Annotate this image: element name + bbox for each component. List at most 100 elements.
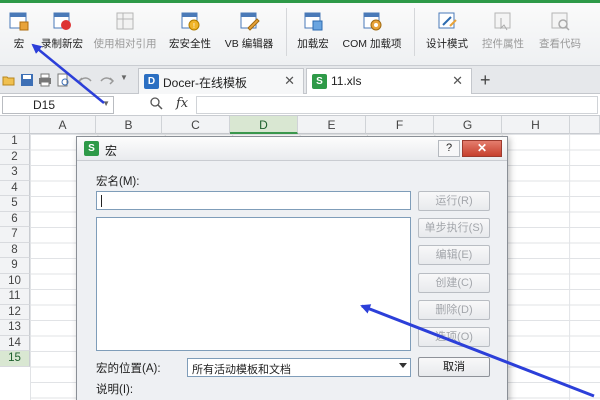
print-preview-icon[interactable] — [56, 73, 70, 87]
name-box[interactable]: D15 ▼ — [2, 96, 114, 114]
macro-security-label: 宏安全性 — [169, 38, 211, 50]
macro-dialog: S 宏 ? ✕ 宏名(M): 运行(R) 单步执行(S) 编辑(E) 创建(C)… — [76, 136, 508, 400]
row-header[interactable]: 7 — [0, 227, 30, 243]
edit-button[interactable]: 编辑(E) — [418, 245, 490, 265]
addin-icon — [304, 12, 323, 31]
vb-editor-button[interactable]: VB 编辑器 — [218, 8, 280, 58]
row-header[interactable]: 1 — [0, 134, 30, 150]
macro-icon — [9, 12, 29, 31]
design-mode-icon — [438, 12, 457, 29]
redo-icon[interactable] — [100, 73, 114, 87]
tab-label: 11.xls — [331, 74, 362, 88]
view-code-button[interactable]: 查看代码 — [532, 8, 588, 58]
ribbon-accent-strip — [0, 0, 600, 3]
addin-button[interactable]: 加载宏 — [292, 8, 334, 58]
column-header-c[interactable]: C — [162, 116, 230, 134]
tab-docer-templates[interactable]: D Docer-在线模板 ✕ — [138, 68, 304, 94]
chevron-down-icon[interactable]: ▼ — [102, 99, 110, 108]
close-tab-icon[interactable]: ✕ — [452, 73, 463, 89]
macro-location-value: 所有活动模板和文档 — [192, 364, 291, 376]
dialog-title-bar[interactable]: S 宏 ? ✕ — [77, 137, 507, 161]
column-header-a[interactable]: A — [30, 116, 96, 134]
control-properties-label: 控件属性 — [482, 38, 524, 50]
row-header[interactable]: 9 — [0, 258, 30, 274]
relative-reference-button[interactable]: 使用相对引用 — [90, 8, 160, 58]
developer-ribbon: 宏 录制新宏 使用相对引用 ! 宏安全性 VB 编辑器 加载宏 COM 加载项 — [0, 0, 600, 66]
com-addin-icon — [363, 12, 382, 31]
row-header[interactable]: 8 — [0, 242, 30, 258]
macro-security-button[interactable]: ! 宏安全性 — [164, 8, 216, 58]
insert-function-icon[interactable]: fx — [176, 96, 188, 111]
macro-security-icon: ! — [181, 12, 200, 31]
column-header-b[interactable]: B — [96, 116, 162, 134]
column-header-d[interactable]: D — [230, 116, 298, 134]
cell-reference: D15 — [33, 98, 56, 112]
control-properties-button[interactable]: 控件属性 — [476, 8, 530, 58]
spreadsheet-icon: S — [312, 74, 327, 89]
step-into-button[interactable]: 单步执行(S) — [418, 218, 490, 238]
tab-11-xls[interactable]: S 11.xls ✕ — [306, 68, 472, 94]
record-macro-button[interactable]: 录制新宏 — [36, 8, 88, 58]
ribbon-separator — [286, 8, 287, 56]
open-folder-icon[interactable] — [2, 73, 16, 87]
new-tab-button[interactable]: + — [480, 70, 491, 91]
row-header[interactable]: 14 — [0, 335, 30, 351]
macro-location-label: 宏的位置(A): — [96, 363, 161, 375]
close-tab-icon[interactable]: ✕ — [284, 73, 295, 89]
docer-icon: D — [144, 74, 159, 89]
vb-editor-label: VB 编辑器 — [224, 38, 274, 50]
view-code-icon — [551, 12, 570, 31]
document-tab-bar: ▼ D Docer-在线模板 ✕ S 11.xls ✕ — [0, 66, 600, 94]
row-header[interactable]: 11 — [0, 289, 30, 305]
ribbon-separator — [414, 8, 415, 56]
column-header-next[interactable] — [570, 116, 600, 134]
column-header-e[interactable]: E — [298, 116, 366, 134]
row-header[interactable]: 13 — [0, 320, 30, 336]
zoom-icon[interactable] — [150, 97, 163, 110]
row-header[interactable]: 4 — [0, 180, 30, 196]
row-header[interactable]: 5 — [0, 196, 30, 212]
create-button[interactable]: 创建(C) — [418, 273, 490, 293]
save-icon[interactable] — [20, 73, 34, 87]
wps-spreadsheet-window: 宏 录制新宏 使用相对引用 ! 宏安全性 VB 编辑器 加载宏 COM 加载项 — [0, 0, 600, 400]
com-addin-button[interactable]: COM 加载项 — [336, 8, 408, 58]
macro-button-label: 宏 — [13, 38, 25, 50]
cancel-button[interactable]: 取消 — [418, 357, 490, 377]
macro-list[interactable] — [96, 217, 411, 351]
help-button[interactable]: ? — [438, 140, 460, 157]
row-header[interactable]: 6 — [0, 211, 30, 227]
relative-reference-icon — [116, 12, 134, 30]
svg-text:!: ! — [193, 23, 195, 30]
com-addin-label: COM 加载项 — [342, 38, 402, 50]
vb-editor-icon — [240, 12, 260, 31]
record-macro-label: 录制新宏 — [41, 38, 83, 50]
column-header-h[interactable]: H — [502, 116, 570, 134]
row-header[interactable]: 2 — [0, 149, 30, 165]
formula-input[interactable] — [196, 96, 598, 114]
row-header[interactable]: 3 — [0, 165, 30, 181]
close-button[interactable]: ✕ — [462, 140, 502, 157]
row-header[interactable]: 12 — [0, 304, 30, 320]
macro-location-select[interactable]: 所有活动模板和文档 — [187, 358, 411, 377]
row-header-selected[interactable]: 15 — [0, 351, 30, 367]
row-header[interactable]: 10 — [0, 273, 30, 289]
tab-label: Docer-在线模板 — [163, 76, 248, 90]
design-mode-button[interactable]: 设计模式 — [420, 8, 474, 58]
description-label: 说明(I): — [96, 384, 134, 396]
run-button[interactable]: 运行(R) — [418, 191, 490, 211]
select-all-corner[interactable] — [0, 116, 30, 134]
formula-bar: D15 ▼ fx — [0, 94, 600, 116]
chevron-down-icon — [399, 363, 407, 368]
print-icon[interactable] — [38, 73, 52, 87]
macro-name-input[interactable] — [96, 191, 411, 210]
undo-icon[interactable] — [78, 73, 92, 87]
record-macro-icon — [53, 12, 71, 30]
quick-access-dropdown-icon[interactable]: ▼ — [120, 73, 128, 82]
column-header-g[interactable]: G — [434, 116, 502, 134]
options-button[interactable]: 选项(O) — [418, 327, 490, 347]
macro-button[interactable]: 宏 — [2, 8, 36, 58]
delete-button[interactable]: 删除(D) — [418, 300, 490, 320]
column-header-f[interactable]: F — [366, 116, 434, 134]
view-code-label: 查看代码 — [539, 38, 581, 50]
macro-name-label: 宏名(M): — [96, 176, 140, 188]
